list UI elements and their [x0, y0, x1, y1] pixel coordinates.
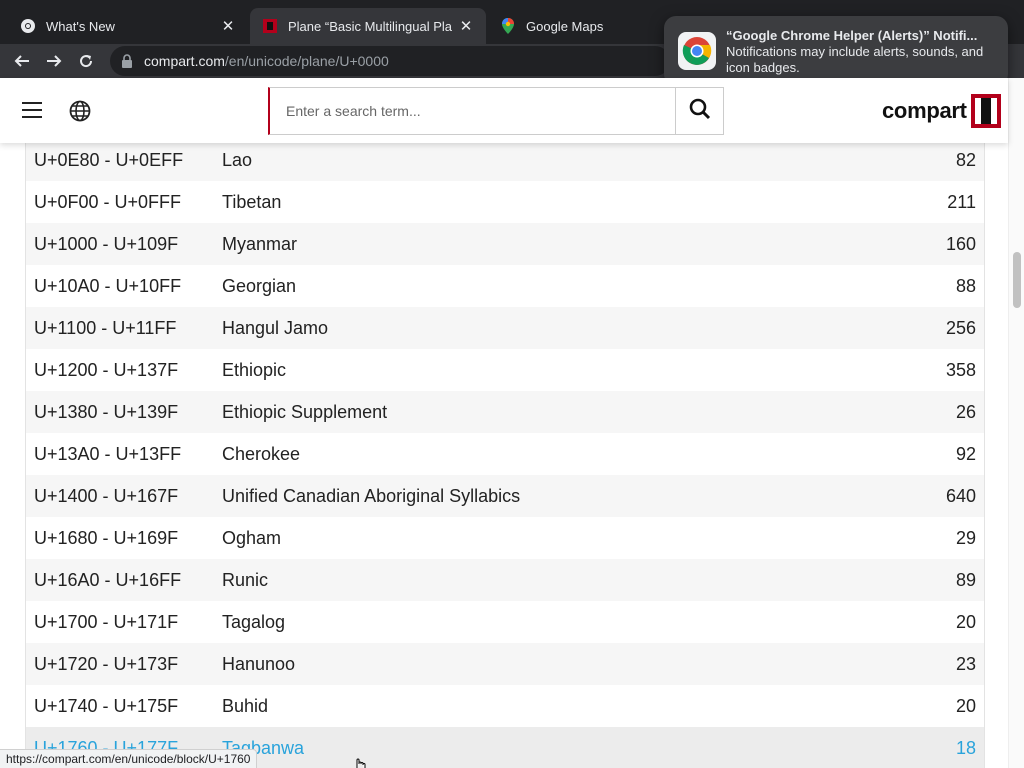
block-name[interactable]: Ethiopic Supplement	[222, 402, 864, 423]
notification-body: Notifications may include alerts, sounds…	[726, 44, 984, 75]
search-icon	[689, 98, 711, 125]
block-range[interactable]: U+16A0 - U+16FF	[26, 570, 222, 591]
block-name[interactable]: Georgian	[222, 276, 864, 297]
tab-close-icon[interactable]: ✕	[220, 17, 236, 35]
site-header: compart	[0, 78, 1008, 143]
table-row[interactable]: U+1700 - U+171F Tagalog 20	[26, 601, 984, 643]
tab-google-maps[interactable]: Google Maps	[488, 8, 668, 44]
block-name[interactable]: Ethiopic	[222, 360, 864, 381]
forward-icon[interactable]	[38, 46, 70, 76]
block-name[interactable]: Lao	[222, 150, 864, 171]
logo-mark-icon	[970, 94, 1001, 128]
search-input[interactable]	[270, 88, 675, 134]
maps-pin-icon	[500, 18, 516, 34]
block-range[interactable]: U+10A0 - U+10FF	[26, 276, 222, 297]
block-range[interactable]: U+0E80 - U+0EFF	[26, 150, 222, 171]
search-button[interactable]	[675, 88, 723, 134]
block-character-count: 160	[945, 233, 976, 254]
tab-basic-multilingual-plane[interactable]: Plane “Basic Multilingual Plane” ✕	[250, 8, 486, 44]
chrome-icon	[20, 18, 36, 34]
url-path: /en/unicode/plane/U+0000	[224, 53, 389, 69]
table-row[interactable]: U+1200 - U+137F Ethiopic 358	[26, 349, 984, 391]
block-name[interactable]: Tagbanwa	[222, 738, 864, 759]
table-row[interactable]: U+1100 - U+11FF Hangul Jamo 256	[26, 307, 984, 349]
block-character-count: 88	[955, 275, 976, 296]
lock-icon	[120, 54, 134, 68]
page-scrollbar[interactable]	[1008, 78, 1024, 768]
hand-cursor-icon	[352, 756, 368, 768]
block-range[interactable]: U+1740 - U+175F	[26, 696, 222, 717]
block-character-count: 23	[955, 653, 976, 674]
back-icon[interactable]	[6, 46, 38, 76]
tab-title: Google Maps	[526, 18, 604, 34]
block-character-count: 20	[955, 695, 976, 716]
url-host: compart.com	[144, 53, 225, 69]
block-character-count: 640	[945, 485, 976, 506]
chrome-logo-icon	[678, 32, 716, 70]
scrollbar-thumb[interactable]	[1013, 252, 1021, 308]
block-character-count: 92	[955, 443, 976, 464]
system-notification[interactable]: “Google Chrome Helper (Alerts)” Notifi..…	[664, 16, 1008, 86]
status-url: https://compart.com/en/unicode/block/U+1…	[0, 749, 258, 768]
block-name[interactable]: Runic	[222, 570, 864, 591]
tab-whats-new[interactable]: What's New ✕	[8, 8, 248, 44]
block-character-count: 82	[955, 149, 976, 170]
block-character-count: 211	[947, 191, 976, 212]
compart-logo[interactable]: compart	[882, 94, 1001, 128]
menu-icon[interactable]	[22, 102, 42, 118]
block-range[interactable]: U+1700 - U+171F	[26, 612, 222, 633]
block-range[interactable]: U+0F00 - U+0FFF	[26, 192, 222, 213]
address-bar[interactable]: compart.com/en/unicode/plane/U+0000	[110, 46, 670, 76]
table-row[interactable]: U+1680 - U+169F Ogham 29	[26, 517, 984, 559]
block-range[interactable]: U+1680 - U+169F	[26, 528, 222, 549]
block-character-count: 358	[945, 359, 976, 380]
search-box	[268, 87, 724, 135]
block-name[interactable]: Buhid	[222, 696, 864, 717]
reload-icon[interactable]	[70, 46, 102, 76]
block-character-count: 29	[955, 527, 976, 548]
block-range[interactable]: U+1720 - U+173F	[26, 654, 222, 675]
block-name[interactable]: Hangul Jamo	[222, 318, 864, 339]
block-name[interactable]: Unified Canadian Aboriginal Syllabics	[222, 486, 864, 507]
block-name[interactable]: Tibetan	[222, 192, 864, 213]
table-row[interactable]: U+0F00 - U+0FFF Tibetan 211	[26, 181, 984, 223]
notification-title: “Google Chrome Helper (Alerts)” Notifi..…	[726, 28, 978, 43]
block-range[interactable]: U+1200 - U+137F	[26, 360, 222, 381]
block-name[interactable]: Hanunoo	[222, 654, 864, 675]
block-range[interactable]: U+13A0 - U+13FF	[26, 444, 222, 465]
table-row[interactable]: U+0E80 - U+0EFF Lao 82	[26, 139, 984, 181]
block-range[interactable]: U+1380 - U+139F	[26, 402, 222, 423]
globe-icon[interactable]	[69, 100, 91, 122]
block-name[interactable]: Cherokee	[222, 444, 864, 465]
table-row[interactable]: U+1720 - U+173F Hanunoo 23	[26, 643, 984, 685]
block-character-count: 18	[955, 737, 976, 758]
tab-title: What's New	[46, 18, 115, 34]
table-row[interactable]: U+1400 - U+167F Unified Canadian Aborigin…	[26, 475, 984, 517]
block-name[interactable]: Ogham	[222, 528, 864, 549]
block-range[interactable]: U+1000 - U+109F	[26, 234, 222, 255]
logo-text: compart	[882, 98, 967, 123]
block-character-count: 20	[955, 611, 976, 632]
table-row[interactable]: U+1000 - U+109F Myanmar 160	[26, 223, 984, 265]
table-row[interactable]: U+1380 - U+139F Ethiopic Supplement 26	[26, 391, 984, 433]
tab-title: Plane “Basic Multilingual Plane”	[288, 18, 452, 34]
table-row[interactable]: U+13A0 - U+13FF Cherokee 92	[26, 433, 984, 475]
block-name[interactable]: Myanmar	[222, 234, 864, 255]
block-character-count: 89	[955, 569, 976, 590]
unicode-blocks-table: U+0E80 - U+0EFF Lao 82 U+0F00 - U+0FFF Tibet…	[25, 139, 985, 768]
block-range[interactable]: U+1400 - U+167F	[26, 486, 222, 507]
table-row[interactable]: U+10A0 - U+10FF Georgian 88	[26, 265, 984, 307]
block-character-count: 26	[955, 401, 976, 422]
table-row[interactable]: U+1740 - U+175F Buhid 20	[26, 685, 984, 727]
block-range[interactable]: U+1100 - U+11FF	[26, 318, 222, 339]
block-name[interactable]: Tagalog	[222, 612, 864, 633]
compart-favicon	[262, 18, 278, 34]
tab-close-icon[interactable]: ✕	[458, 17, 474, 35]
block-character-count: 256	[945, 317, 976, 338]
table-row[interactable]: U+16A0 - U+16FF Runic 89	[26, 559, 984, 601]
